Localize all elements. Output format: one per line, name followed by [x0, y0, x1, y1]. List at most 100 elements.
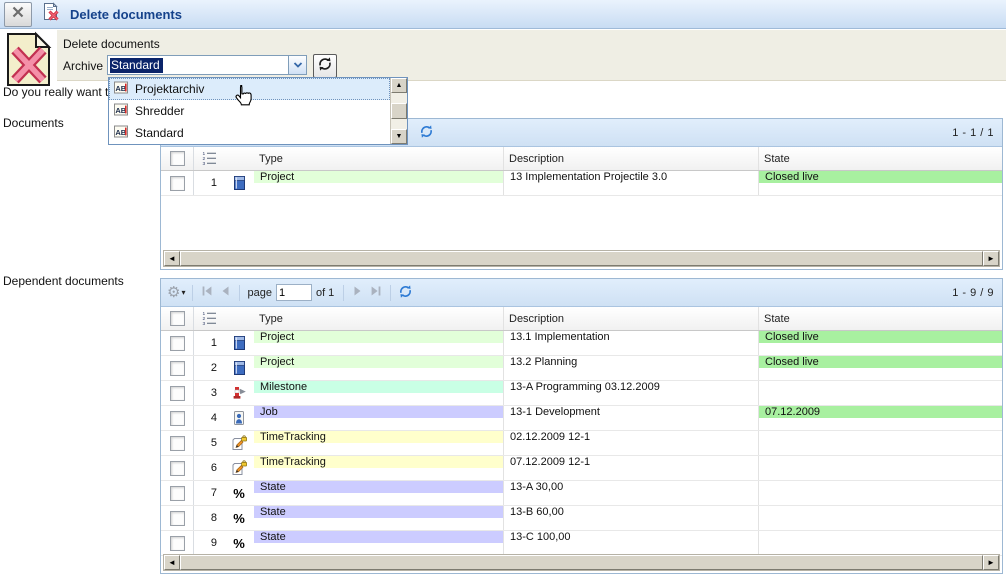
state-cell	[759, 506, 1002, 530]
description-cell[interactable]: 13.2 Planning	[504, 356, 759, 380]
milestone-icon	[224, 381, 254, 405]
first-page-button[interactable]	[198, 283, 216, 303]
description-column-header[interactable]: Description	[504, 307, 759, 330]
description-cell[interactable]: 07.12.2009 12-1	[504, 456, 759, 480]
type-column-header[interactable]: Type	[254, 147, 504, 170]
gear-icon: ⚙	[167, 285, 180, 300]
archive-refresh-button[interactable]	[313, 54, 337, 78]
row-checkbox[interactable]	[161, 356, 194, 380]
row-number: 3	[194, 381, 224, 405]
type-cell[interactable]: State	[254, 531, 504, 555]
row-number-column-header[interactable]: 123	[194, 147, 224, 170]
icon-column-header[interactable]	[224, 307, 254, 330]
documents-grid-header: 123 Type Description State	[161, 147, 1002, 171]
dependent-documents-section-label: Dependent documents	[3, 274, 124, 288]
scroll-right-icon[interactable]: ►	[983, 251, 999, 266]
row-checkbox[interactable]	[161, 506, 194, 530]
type-cell[interactable]: State	[254, 481, 504, 505]
combobox-dropdown-button[interactable]	[288, 56, 306, 74]
description-column-header[interactable]: Description	[504, 147, 759, 170]
type-cell[interactable]: TimeTracking	[254, 456, 504, 480]
description-cell[interactable]: 02.12.2009 12-1	[504, 431, 759, 455]
page-title: Delete documents	[70, 7, 182, 22]
page-label: page	[247, 287, 271, 299]
row-number: 1	[194, 171, 224, 195]
close-icon	[11, 5, 25, 24]
previous-page-button[interactable]	[216, 283, 234, 303]
description-cell[interactable]: 13.1 Implementation	[504, 331, 759, 355]
delete-document-icon	[41, 2, 61, 27]
project-icon	[224, 356, 254, 380]
description-cell[interactable]: 13-A 30,00	[504, 481, 759, 505]
row-checkbox[interactable]	[161, 531, 194, 555]
type-cell[interactable]: Project	[254, 331, 504, 355]
row-number-column-header[interactable]: 123	[194, 307, 224, 330]
svg-text:3: 3	[202, 161, 205, 165]
scrollbar-thumb[interactable]	[180, 555, 983, 570]
type-cell[interactable]: Project	[254, 171, 504, 195]
type-cell[interactable]: State	[254, 506, 504, 530]
timetracking-icon	[224, 431, 254, 455]
type-cell[interactable]: Job	[254, 406, 504, 430]
row-checkbox[interactable]	[161, 331, 194, 355]
archive-combobox[interactable]: Standard	[107, 55, 307, 75]
documents-horizontal-scrollbar[interactable]: ◄ ►	[163, 250, 1000, 267]
scroll-up-icon[interactable]: ▲	[391, 78, 407, 93]
dependent-rows: 1Project13.1 ImplementationClosed live2P…	[161, 331, 1002, 556]
row-checkbox[interactable]	[161, 431, 194, 455]
row-checkbox[interactable]	[161, 481, 194, 505]
table-row: 4Job13-1 Development07.12.2009	[161, 406, 1002, 431]
scroll-left-icon[interactable]: ◄	[164, 251, 180, 266]
description-cell[interactable]: 13-B 60,00	[504, 506, 759, 530]
row-checkbox[interactable]	[161, 456, 194, 480]
scroll-left-icon[interactable]: ◄	[164, 555, 180, 570]
scroll-right-icon[interactable]: ►	[983, 555, 999, 570]
state-column-header[interactable]: State	[759, 147, 1002, 170]
string-attribute-icon: AB	[114, 103, 129, 119]
archive-selected-value: Standard	[108, 56, 288, 74]
close-button[interactable]	[4, 2, 32, 27]
next-page-button[interactable]	[349, 283, 367, 303]
scrollbar-thumb[interactable]	[180, 251, 983, 266]
type-cell[interactable]: Milestone	[254, 381, 504, 405]
page-number-input[interactable]	[276, 284, 312, 301]
scroll-down-icon[interactable]: ▼	[391, 129, 407, 144]
form-panel: Delete documents Archive Standard	[57, 30, 1006, 81]
project-icon	[224, 331, 254, 355]
dropdown-item[interactable]: ABStandard	[109, 122, 390, 144]
select-all-checkbox[interactable]	[161, 307, 194, 330]
table-row: 7%State13-A 30,00	[161, 481, 1002, 506]
refresh-button[interactable]	[417, 123, 435, 143]
description-cell[interactable]: 13-1 Development	[504, 406, 759, 430]
delete-documents-window: Delete documents Delete documents Archiv…	[0, 0, 1006, 576]
table-row: 6TimeTracking07.12.2009 12-1	[161, 456, 1002, 481]
state-cell	[759, 481, 1002, 505]
row-checkbox[interactable]	[161, 406, 194, 430]
documents-section-label: Documents	[3, 116, 64, 130]
state-cell: 07.12.2009	[759, 406, 1002, 430]
dependent-horizontal-scrollbar[interactable]: ◄ ►	[163, 554, 1000, 571]
description-cell[interactable]: 13 Implementation Projectile 3.0	[504, 171, 759, 195]
icon-column-header[interactable]	[224, 147, 254, 170]
archive-dropdown-list: ABProjektarchivABShredderABStandard ▲ ▼	[108, 77, 408, 145]
state-column-header[interactable]: State	[759, 307, 1002, 330]
type-column-header[interactable]: Type	[254, 307, 504, 330]
dropdown-scrollbar[interactable]: ▲ ▼	[390, 78, 407, 144]
delete-documents-large-icon	[2, 31, 56, 93]
settings-menu-button[interactable]: ⚙▾	[167, 285, 185, 300]
type-cell[interactable]: Project	[254, 356, 504, 380]
scrollbar-thumb[interactable]	[391, 103, 407, 119]
description-cell[interactable]: 13-C 100,00	[504, 531, 759, 555]
table-row: 1 Project13 Implementation Projectile 3.0…	[161, 171, 1002, 196]
type-cell[interactable]: TimeTracking	[254, 431, 504, 455]
select-all-checkbox[interactable]	[161, 147, 194, 170]
row-checkbox[interactable]	[161, 381, 194, 405]
last-page-button[interactable]	[367, 283, 385, 303]
row-checkbox[interactable]	[161, 171, 194, 195]
state-cell	[759, 431, 1002, 455]
row-number: 7	[194, 481, 224, 505]
description-cell[interactable]: 13-A Programming 03.12.2009	[504, 381, 759, 405]
documents-record-count: 1 - 1 / 1	[952, 127, 1002, 139]
page-of-label: of 1	[316, 287, 334, 299]
refresh-button[interactable]	[396, 283, 414, 303]
